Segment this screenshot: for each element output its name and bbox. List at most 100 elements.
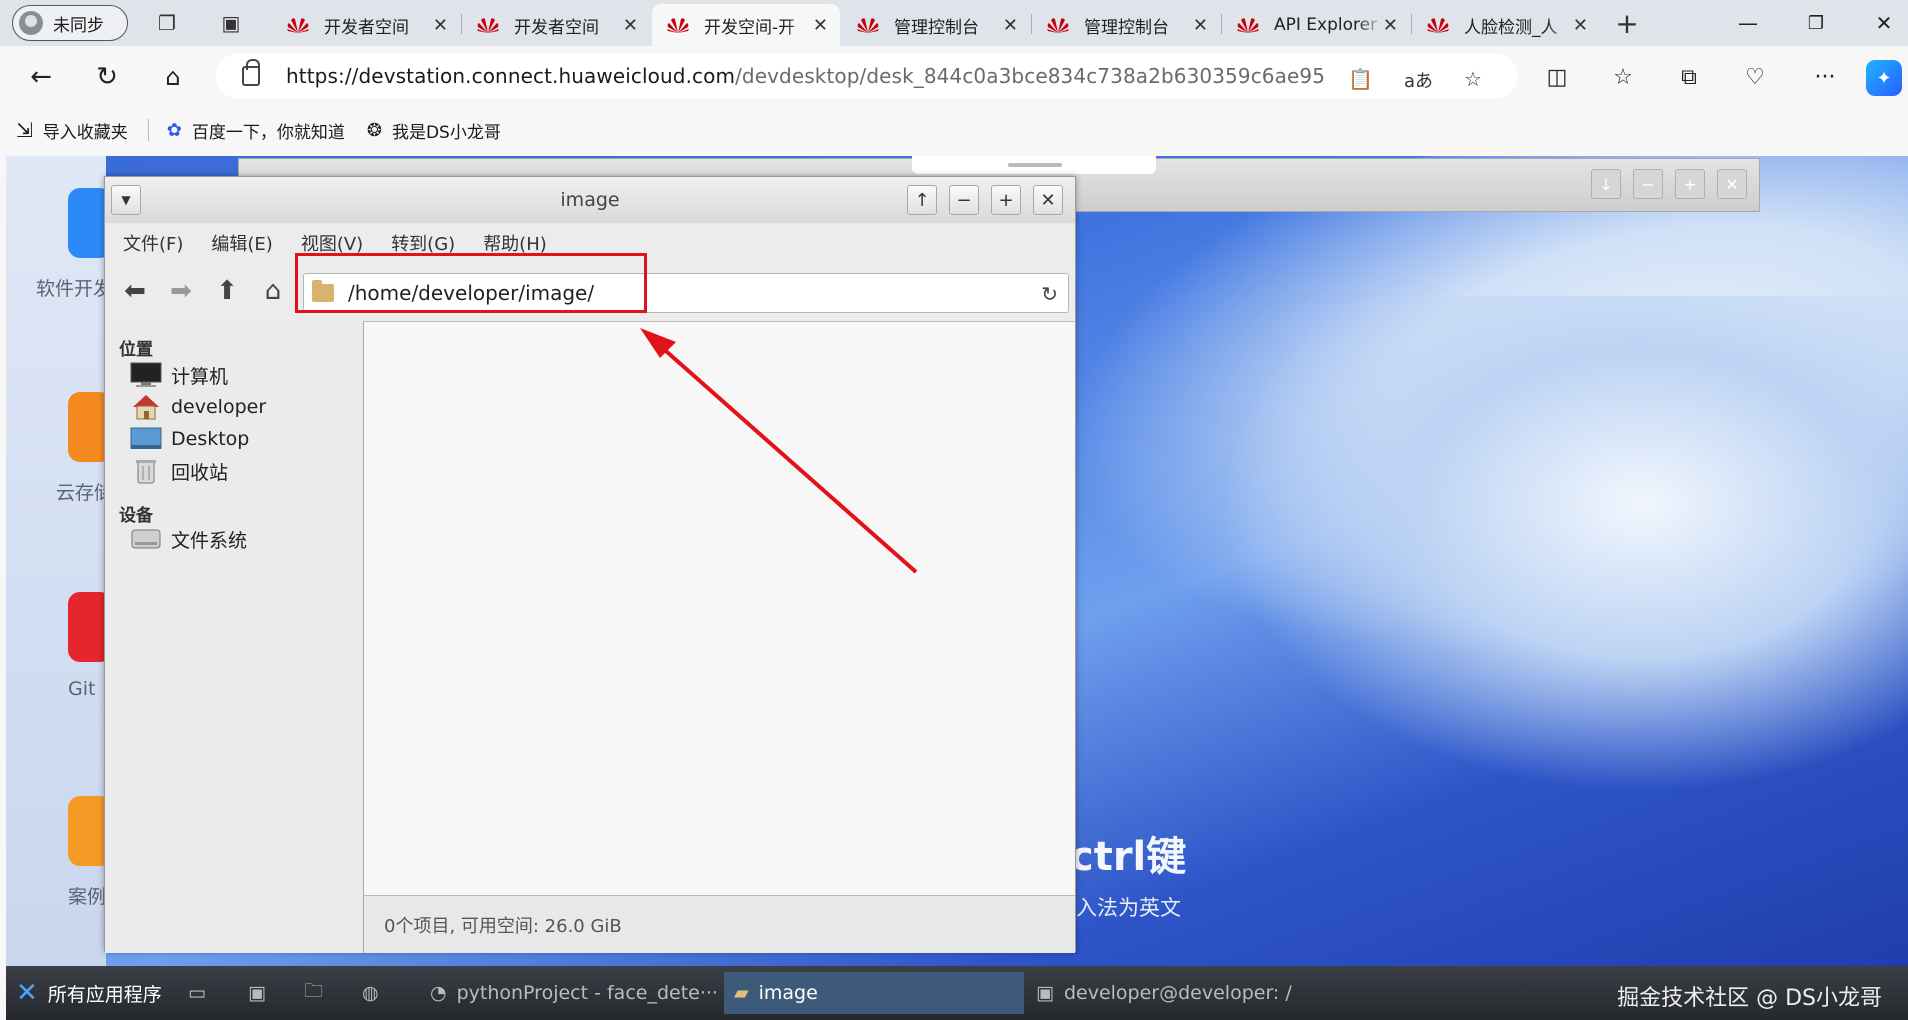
window-titlebar[interactable]: ▼ image ↑ − + ✕ — [105, 177, 1075, 223]
back-arrow-icon[interactable]: ⬅ — [119, 275, 151, 307]
close-icon[interactable]: ✕ — [1383, 15, 1398, 36]
tab-actions-icon[interactable]: ▣ — [218, 10, 244, 36]
close-icon[interactable]: ✕ — [1573, 15, 1588, 36]
browser-essentials-icon[interactable]: ♡ — [1738, 60, 1772, 94]
show-desktop-icon[interactable]: ▭ — [178, 972, 206, 1014]
forward-arrow-icon[interactable]: ➡ — [165, 275, 197, 307]
bookmark-baidu[interactable]: ✿ 百度一下，你就知道 — [167, 118, 345, 143]
place-computer[interactable]: 计算机 — [129, 361, 228, 389]
huawei-logo-icon — [477, 18, 499, 33]
status-bar: 0个项目, 可用空间: 26.0 GiB — [363, 895, 1075, 953]
tab-1[interactable]: 开发者空间 ✕ — [272, 4, 460, 46]
favorites-icon[interactable]: ☆ — [1606, 60, 1640, 94]
minimize-icon[interactable]: − — [1633, 169, 1663, 199]
desktop-icon-label[interactable]: 案例 — [68, 882, 106, 909]
minimize-window-icon[interactable]: — — [1720, 6, 1776, 40]
tab-title: 开发者空间 — [324, 17, 409, 38]
bookmarks-bar: ⇲ 导入收藏夹 ✿ 百度一下，你就知道 ❂ 我是DS小龙哥 — [0, 108, 1908, 152]
baidu-paw-icon: ✿ — [166, 119, 182, 141]
wallpaper-subtext: 入法为英文 — [1076, 896, 1181, 920]
tab-title: 管理控制台 — [894, 17, 979, 38]
split-screen-icon[interactable]: ◫ — [1540, 60, 1574, 94]
maximize-icon[interactable]: + — [991, 185, 1021, 215]
tab-7[interactable]: 人脸检测_人 ✕ — [1412, 4, 1600, 46]
home-icon[interactable]: ⌂ — [156, 60, 190, 94]
favorite-star-icon[interactable]: ☆ — [1464, 67, 1482, 91]
highlight-box — [295, 253, 647, 313]
side-pane: 位置 计算机 developer Desktop 回收站 设备 文件系统 — [105, 321, 363, 953]
home-icon[interactable]: ⌂ — [257, 275, 289, 307]
more-options-icon[interactable]: ··· — [1808, 60, 1842, 94]
tab-title: 开发空间-开 — [704, 17, 796, 38]
profile-button[interactable]: 未同步 — [12, 5, 128, 41]
watermark: 掘金技术社区 @ DS小龙哥 — [1617, 986, 1882, 1011]
maximize-icon[interactable]: + — [1675, 169, 1705, 199]
remote-toolbar-handle[interactable] — [912, 156, 1156, 174]
profile-label: 未同步 — [53, 15, 104, 36]
tab-6[interactable]: API Explorer ✕ — [1222, 4, 1410, 46]
huawei-logo-icon — [1237, 18, 1259, 33]
url-text[interactable]: https://devstation.connect.huaweicloud.c… — [286, 64, 1325, 88]
arrow-down-icon[interactable]: ↓ — [1591, 169, 1621, 199]
desktop-icon-label[interactable]: Git — [68, 678, 95, 700]
clipboard-icon[interactable]: 📋 — [1348, 67, 1373, 91]
menu-file[interactable]: 文件(F) — [123, 230, 183, 256]
collections-icon[interactable]: ⧉ — [1672, 60, 1706, 94]
bookmark-ds[interactable]: ❂ 我是DS小龙哥 — [367, 118, 501, 143]
task-terminal[interactable]: ▣ developer@developer: / — [1026, 972, 1326, 1014]
close-icon[interactable]: ✕ — [813, 15, 828, 36]
restore-window-icon[interactable]: ❐ — [1788, 6, 1844, 40]
bookmark-import[interactable]: ⇲ 导入收藏夹 — [16, 118, 128, 143]
file-list-view[interactable] — [363, 321, 1075, 895]
close-window-icon[interactable]: ✕ — [1856, 6, 1908, 40]
close-icon[interactable]: ✕ — [1193, 15, 1208, 36]
copilot-icon[interactable]: ✦ — [1866, 60, 1902, 96]
new-tab-icon[interactable]: + — [1614, 7, 1640, 40]
terminal-icon[interactable]: ▣ — [238, 972, 266, 1014]
import-icon: ⇲ — [16, 118, 33, 142]
tab-title: 人脸检测_人 — [1464, 17, 1558, 38]
refresh-icon[interactable]: ↻ — [90, 60, 124, 94]
close-icon[interactable]: ✕ — [433, 15, 448, 36]
lock-icon[interactable] — [242, 59, 260, 86]
task-pycharm[interactable]: ◔ pythonProject - face_dete··· — [420, 972, 720, 1014]
huawei-logo-icon — [1427, 18, 1449, 33]
close-icon[interactable]: ✕ — [1033, 185, 1063, 215]
tab-5[interactable]: 管理控制台 ✕ — [1032, 4, 1220, 46]
task-image-window[interactable]: ▰ image — [724, 972, 1024, 1014]
file-manager-icon[interactable]: 🗀 — [294, 972, 323, 1014]
read-aloud-icon[interactable]: aあ — [1404, 67, 1433, 93]
workspaces-icon[interactable]: ❐ — [154, 10, 180, 36]
address-bar-row: ← ↻ ⌂ https://devstation.connect.huaweic… — [0, 46, 1908, 108]
back-icon[interactable]: ← — [24, 60, 58, 94]
huawei-logo-icon — [667, 18, 689, 33]
tab-3-active[interactable]: 开发空间-开 ✕ — [652, 4, 840, 46]
place-trash[interactable]: 回收站 — [129, 457, 228, 485]
web-browser-icon[interactable]: ◍ — [352, 972, 379, 1014]
tab-2[interactable]: 开发者空间 ✕ — [462, 4, 650, 46]
close-icon[interactable]: ✕ — [1717, 169, 1747, 199]
close-icon[interactable]: ✕ — [623, 15, 638, 36]
devices-heading: 设备 — [119, 506, 153, 526]
url-field[interactable]: https://devstation.connect.huaweicloud.c… — [216, 53, 1518, 99]
huawei-logo-icon — [857, 18, 879, 33]
computer-icon — [130, 362, 162, 387]
minimize-icon[interactable]: − — [949, 185, 979, 215]
place-desktop[interactable]: Desktop — [129, 425, 249, 453]
drive-icon — [131, 529, 161, 549]
wallpaper-text: ctrl键 — [1070, 834, 1187, 880]
menu-edit[interactable]: 编辑(E) — [211, 230, 272, 256]
desktop-icon-label[interactable]: 软件开发 — [36, 274, 112, 301]
place-developer[interactable]: developer — [129, 393, 266, 421]
arrow-up-icon[interactable]: ↑ — [907, 185, 937, 215]
home-folder-icon — [133, 395, 159, 420]
close-icon[interactable]: ✕ — [1003, 15, 1018, 36]
reload-icon[interactable]: ↻ — [1041, 282, 1058, 306]
desktop-taskbar: ✕ 所有应用程序 ▭ ▣ 🗀 ◍ ◔ pythonProject - face_… — [6, 966, 1908, 1020]
up-arrow-icon[interactable]: ⬆ — [211, 275, 243, 307]
start-menu-button[interactable]: ✕ 所有应用程序 — [6, 972, 162, 1014]
tab-4[interactable]: 管理控制台 ✕ — [842, 4, 1030, 46]
xfce-logo-icon: ✕ — [16, 978, 38, 1008]
device-filesystem[interactable]: 文件系统 — [129, 525, 247, 553]
avatar — [19, 11, 43, 35]
